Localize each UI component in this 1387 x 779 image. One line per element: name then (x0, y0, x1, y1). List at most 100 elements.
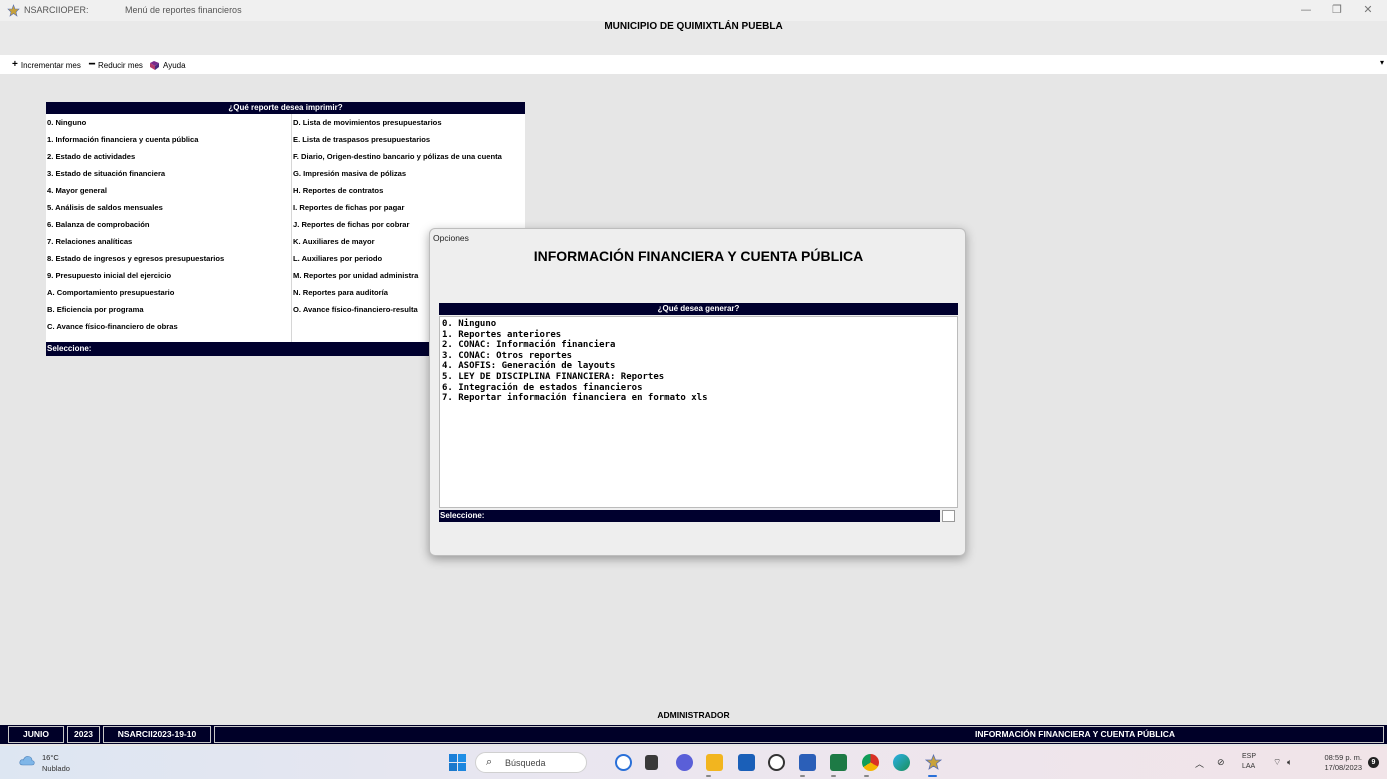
increment-month-button[interactable]: + Incrementar mes (12, 59, 81, 71)
report-option-k[interactable]: K. Auxiliares de mayor (293, 237, 375, 247)
status-month: JUNIO (8, 726, 64, 743)
dialog-select-prompt: Seleccione: (439, 510, 940, 522)
report-option-0[interactable]: 0. Ninguno (47, 118, 86, 128)
report-option-1[interactable]: 1. Información financiera y cuenta públi… (47, 135, 199, 145)
toolbar: + Incrementar mes ━ Reducir mes Ayuda ▾ (0, 55, 1387, 74)
app-name: NSARCIIOPER: (24, 5, 89, 15)
notification-badge[interactable]: 9 (1368, 757, 1379, 768)
app-running-indicator (864, 775, 869, 777)
minimize-button[interactable]: — (1291, 2, 1321, 18)
report-option-3[interactable]: 3. Estado de situación financiera (47, 169, 165, 179)
dialog-option-7[interactable]: 7. Reportar información financiera en fo… (442, 393, 955, 404)
decrement-month-label: Reducir mes (98, 60, 143, 70)
bing-app-icon[interactable] (615, 754, 632, 771)
report-menu-heading: ¿Qué reporte desea imprimir? (46, 102, 525, 114)
weather-description[interactable]: Nublado (42, 764, 70, 773)
dialog-option-2[interactable]: 2. CONAC: Información financiera (442, 340, 955, 351)
window-title: Menú de reportes financieros (125, 5, 242, 15)
app-running-indicator (831, 775, 836, 777)
status-year: 2023 (67, 726, 100, 743)
search-placeholder: Búsqueda (505, 758, 546, 768)
file-explorer-icon[interactable] (706, 754, 723, 771)
dialog-question: ¿Qué desea generar? (439, 303, 958, 315)
weather-temperature[interactable]: 16°C (42, 753, 59, 762)
report-option-9[interactable]: 9. Presupuesto inicial del ejercicio (47, 271, 171, 281)
task-view-icon[interactable] (645, 755, 658, 770)
status-current-module: INFORMACIÓN FINANCIERA Y CUENTA PÚBLICA (214, 726, 1384, 743)
keyboard-layout[interactable]: LAA (1242, 763, 1255, 770)
help-book-icon (150, 60, 159, 70)
app-active-indicator (928, 775, 937, 777)
clock-time[interactable]: 08:59 p. m. (1314, 753, 1362, 762)
app-logo-icon (7, 4, 20, 17)
app-running-indicator (800, 775, 805, 777)
report-option-g[interactable]: G. Impresión masiva de pólizas (293, 169, 406, 179)
input-language[interactable]: ESP (1242, 753, 1256, 760)
report-option-a[interactable]: A. Comportamiento presupuestario (47, 288, 174, 298)
clock-date[interactable]: 17/08/2023 (1314, 763, 1362, 772)
toolbar-overflow-icon[interactable]: ▾ (1380, 58, 1384, 67)
dialog-option-5[interactable]: 5. LEY DE DISCIPLINA FINANCIERA: Reporte… (442, 372, 955, 383)
options-dialog: Opciones INFORMACIÓN FINANCIERA Y CUENTA… (429, 228, 966, 556)
report-option-i[interactable]: I. Reportes de fichas por pagar (293, 203, 404, 213)
dialog-options-list: 0. Ninguno 1. Reportes anteriores 2. CON… (439, 316, 958, 508)
report-option-c[interactable]: C. Avance físico-financiero de obras (47, 322, 178, 332)
report-option-m[interactable]: M. Reportes por unidad administra (293, 271, 418, 281)
chat-app-icon[interactable] (676, 754, 693, 771)
status-bar: JUNIO 2023 NSARCII2023-19-10 INFORMACIÓN… (0, 725, 1387, 744)
dialog-option-1[interactable]: 1. Reportes anteriores (442, 330, 955, 341)
word-app-icon[interactable] (799, 754, 816, 771)
cloud-icon[interactable] (19, 755, 35, 766)
dialog-option-3[interactable]: 3. CONAC: Otros reportes (442, 351, 955, 362)
search-icon: ⌕ (486, 756, 493, 768)
municipality-title: MUNICIPIO DE QUIMIXTLÁN PUEBLA (604, 21, 783, 32)
minus-icon: ━ (89, 59, 96, 70)
wifi-icon[interactable]: ⌔ (1273, 757, 1281, 768)
dialog-option-6[interactable]: 6. Integración de estados financieros (442, 383, 955, 394)
report-option-l[interactable]: L. Auxiliares por periodo (293, 254, 382, 264)
report-option-e[interactable]: E. Lista de traspasos presupuestarios (293, 135, 430, 145)
plus-icon: + (12, 59, 18, 70)
report-option-h[interactable]: H. Reportes de contratos (293, 186, 383, 196)
report-option-7[interactable]: 7. Relaciones analíticas (47, 237, 132, 247)
report-option-2[interactable]: 2. Estado de actividades (47, 152, 135, 162)
dialog-option-0[interactable]: 0. Ninguno (442, 319, 955, 330)
excel-app-icon[interactable] (830, 754, 847, 771)
store-app-icon[interactable] (738, 754, 755, 771)
report-option-o[interactable]: O. Avance físico-financiero-resulta (293, 305, 418, 315)
current-user: ADMINISTRADOR (657, 710, 730, 720)
app-running-indicator (706, 775, 711, 777)
close-button[interactable]: ✕ (1353, 2, 1383, 18)
dialog-select-input[interactable] (942, 510, 955, 522)
network-off-icon[interactable]: ⊘ (1217, 757, 1225, 768)
maximize-button[interactable]: ❐ (1322, 2, 1352, 18)
report-option-4[interactable]: 4. Mayor general (47, 186, 107, 196)
report-option-d[interactable]: D. Lista de movimientos presupuestarios (293, 118, 442, 128)
report-option-6[interactable]: 6. Balanza de comprobación (47, 220, 150, 230)
report-option-b[interactable]: B. Eficiencia por programa (47, 305, 144, 315)
edge-app-icon[interactable] (893, 754, 910, 771)
windows-start-icon[interactable] (449, 754, 466, 771)
nsarcii-app-icon[interactable] (925, 754, 942, 771)
report-option-j[interactable]: J. Reportes de fichas por cobrar (293, 220, 409, 230)
dialog-heading: INFORMACIÓN FINANCIERA Y CUENTA PÚBLICA (533, 248, 864, 264)
header: MUNICIPIO DE QUIMIXTLÁN PUEBLA (0, 21, 1387, 55)
report-option-5[interactable]: 5. Análisis de saldos mensuales (47, 203, 163, 213)
tray-overflow-icon[interactable]: ︿ (1195, 757, 1204, 770)
taskbar-search-box[interactable]: ⌕ Búsqueda (475, 752, 587, 773)
report-option-8[interactable]: 8. Estado de ingresos y egresos presupue… (47, 254, 224, 264)
status-database: NSARCII2023-19-10 (103, 726, 211, 743)
report-option-f[interactable]: F. Diario, Origen-destino bancario y pól… (293, 152, 502, 162)
help-button[interactable]: Ayuda (149, 59, 186, 71)
dell-app-icon[interactable] (768, 754, 785, 771)
dialog-option-4[interactable]: 4. ASOFIS: Generación de layouts (442, 361, 955, 372)
taskbar: 16°C Nublado ⌕ Búsqueda ︿ ⊘ ESP LAA ⌔ 🔈︎… (0, 746, 1387, 779)
increment-month-label: Incrementar mes (20, 60, 81, 70)
help-label: Ayuda (163, 60, 186, 70)
title-bar: NSARCIIOPER: Menú de reportes financiero… (0, 0, 1387, 21)
chrome-app-icon[interactable] (862, 754, 879, 771)
report-option-n[interactable]: N. Reportes para auditoría (293, 288, 388, 298)
decrement-month-button[interactable]: ━ Reducir mes (89, 59, 143, 71)
dialog-title: Opciones (433, 233, 469, 243)
volume-icon[interactable]: 🔈︎ (1287, 757, 1292, 768)
